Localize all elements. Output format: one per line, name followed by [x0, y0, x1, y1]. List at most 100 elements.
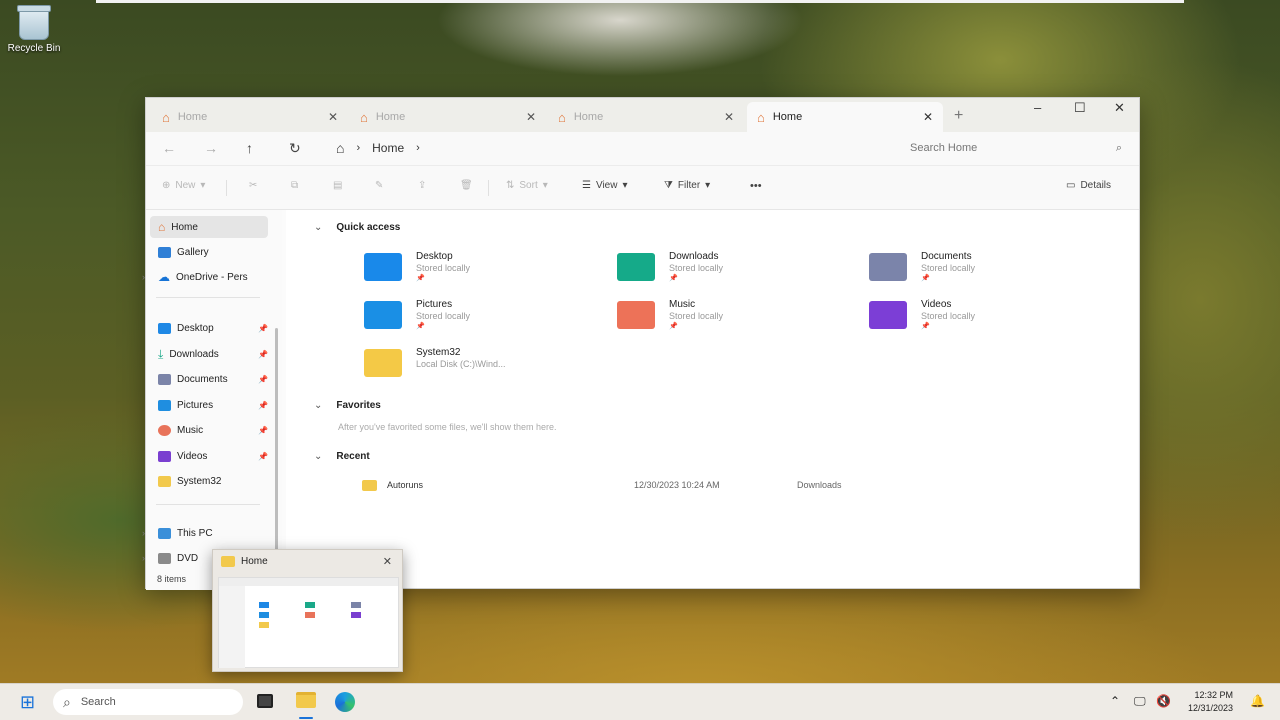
clock[interactable]: 12:32 PM 12/31/2023: [1188, 689, 1233, 715]
details-button[interactable]: ▭ Details: [1066, 180, 1111, 191]
quick-access-videos[interactable]: Videos Stored locally 📌: [869, 299, 975, 330]
refresh-button[interactable]: ↻: [289, 140, 301, 157]
home-icon: ⌂: [558, 109, 566, 125]
item-subtitle: Stored locally: [921, 311, 976, 321]
chevron-down-icon[interactable]: ⌄: [314, 451, 322, 462]
recycle-bin-desktop-icon[interactable]: Recycle Bin: [6, 5, 62, 54]
item-name: Videos: [921, 299, 952, 310]
favorites-header[interactable]: ⌄ Favorites: [314, 400, 381, 411]
chevron-down-icon: ▾: [622, 180, 628, 191]
active-app-indicator: [299, 717, 313, 719]
taskbar-search-box[interactable]: ⌕ Search: [53, 689, 243, 715]
sidebar-item-music[interactable]: Music 📌: [150, 419, 268, 441]
close-tab-icon[interactable]: ✕: [526, 110, 536, 124]
edge-browser-icon[interactable]: [335, 692, 355, 712]
quick-access-downloads[interactable]: Downloads Stored locally 📌: [617, 251, 723, 282]
details-pane-icon: ▭: [1066, 180, 1076, 191]
copy-icon[interactable]: ⧉: [291, 180, 298, 191]
sidebar-item-pictures[interactable]: Pictures 📌: [150, 394, 268, 416]
new-button[interactable]: ⊕ New ▾: [162, 180, 205, 191]
pin-icon: 📌: [258, 451, 268, 461]
sidebar-item-desktop[interactable]: Desktop 📌: [150, 317, 268, 339]
close-tab-icon[interactable]: ✕: [724, 110, 734, 124]
chevron-right-icon[interactable]: ›: [356, 142, 360, 154]
breadcrumb-home[interactable]: Home: [372, 141, 404, 155]
sidebar-item-system32[interactable]: System32: [150, 470, 268, 492]
pin-icon: 📌: [921, 323, 930, 330]
pin-icon: 📌: [258, 400, 268, 410]
folder-icon: [362, 480, 377, 491]
sidebar-item-documents[interactable]: Documents 📌: [150, 368, 268, 390]
tab-home-1[interactable]: ⌂ Home ✕: [152, 102, 348, 132]
chevron-right-icon[interactable]: ›: [142, 528, 145, 538]
chevron-down-icon[interactable]: ⌄: [314, 222, 322, 233]
close-tab-icon[interactable]: ✕: [328, 110, 338, 124]
item-name: Desktop: [416, 251, 453, 262]
quick-access-system32[interactable]: System32 Local Disk (C:)\Wind...: [364, 347, 506, 377]
recent-item-location: Downloads: [797, 480, 842, 490]
item-name: Music: [669, 299, 696, 310]
tab-home-3[interactable]: ⌂ Home ✕: [548, 102, 744, 132]
chevron-right-icon[interactable]: ›: [142, 272, 145, 282]
volume-muted-icon[interactable]: 🔇: [1156, 694, 1171, 708]
recent-row[interactable]: Autoruns 12/30/2023 10:24 AM Downloads: [362, 478, 862, 494]
tab-label: Home: [772, 111, 803, 123]
view-button[interactable]: ☰ View ▾: [582, 180, 628, 191]
filter-button[interactable]: ⧩ Filter ▾: [664, 180, 710, 191]
windows-start-icon[interactable]: ⊞: [20, 692, 35, 713]
sidebar-item-videos[interactable]: Videos 📌: [150, 445, 268, 467]
divider: [488, 180, 489, 196]
sidebar-item-label: OneDrive - Pers: [176, 271, 248, 283]
view-icon: ☰: [582, 180, 591, 191]
quick-access-desktop[interactable]: Desktop Stored locally 📌: [364, 251, 470, 282]
item-name: Pictures: [416, 299, 453, 310]
close-tab-icon[interactable]: ✕: [923, 110, 933, 124]
sidebar-item-home[interactable]: ⌂ Home: [150, 216, 268, 238]
address-bar[interactable]: ⌂ › Home ›: [326, 134, 886, 162]
maximize-button[interactable]: ☐: [1074, 100, 1086, 116]
up-button[interactable]: ↑: [246, 140, 253, 156]
sort-button[interactable]: ⇅ Sort ▾: [506, 180, 548, 191]
cut-icon[interactable]: ✂: [249, 180, 257, 191]
sidebar-item-label: Home: [171, 221, 198, 233]
pictures-folder-icon: [364, 301, 402, 329]
quick-access-music[interactable]: Music Stored locally 📌: [617, 299, 723, 330]
sidebar-item-downloads[interactable]: ⤓ Downloads 📌: [150, 343, 268, 365]
quick-access-documents[interactable]: Documents Stored locally 📌: [869, 251, 975, 282]
network-icon[interactable]: 🖵: [1134, 694, 1146, 709]
chevron-up-icon[interactable]: ⌃: [1110, 694, 1120, 708]
new-tab-button[interactable]: +: [954, 107, 963, 125]
rename-icon[interactable]: ✎: [375, 180, 383, 191]
close-preview-button[interactable]: ✕: [383, 555, 392, 568]
quick-access-header[interactable]: ⌄ Quick access: [314, 222, 400, 233]
desktop-folder-icon: [364, 253, 402, 281]
task-view-icon[interactable]: [257, 694, 273, 708]
section-title: Quick access: [336, 222, 401, 233]
sidebar-item-this-pc[interactable]: › This PC: [142, 522, 268, 544]
item-subtitle: Stored locally: [416, 311, 471, 321]
sidebar-item-gallery[interactable]: Gallery: [150, 241, 268, 263]
filter-label: Filter: [677, 180, 701, 191]
back-button[interactable]: ←: [162, 140, 176, 156]
paste-icon[interactable]: ▤: [333, 180, 342, 191]
tab-home-4-active[interactable]: ⌂ Home ✕: [747, 102, 943, 132]
delete-icon[interactable]: 🗑: [460, 180, 473, 191]
navigation-pane: ⌂ Home Gallery › ☁ OneDrive - Pers Deskt…: [142, 210, 282, 618]
recent-header[interactable]: ⌄ Recent: [314, 451, 370, 462]
file-explorer-taskbar-icon[interactable]: [296, 692, 316, 708]
search-input[interactable]: Search Home ⌕: [896, 134, 1136, 162]
sidebar-item-onedrive[interactable]: › ☁ OneDrive - Pers: [142, 266, 268, 288]
share-icon[interactable]: ⇪: [418, 180, 426, 191]
chevron-down-icon[interactable]: ⌄: [314, 400, 322, 411]
taskbar-thumbnail-preview[interactable]: Home ✕: [212, 549, 403, 672]
close-window-button[interactable]: ✕: [1114, 100, 1125, 116]
forward-button[interactable]: →: [204, 140, 218, 156]
minimize-button[interactable]: –: [1034, 100, 1041, 115]
chevron-right-icon[interactable]: ›: [142, 553, 145, 563]
sidebar-item-label: Pictures: [177, 399, 214, 411]
notification-bell-icon[interactable]: 🔔: [1250, 694, 1265, 708]
chevron-right-icon[interactable]: ›: [416, 142, 420, 154]
more-options-button[interactable]: •••: [750, 180, 762, 192]
tab-home-2[interactable]: ⌂ Home ✕: [350, 102, 546, 132]
quick-access-pictures[interactable]: Pictures Stored locally 📌: [364, 299, 470, 330]
